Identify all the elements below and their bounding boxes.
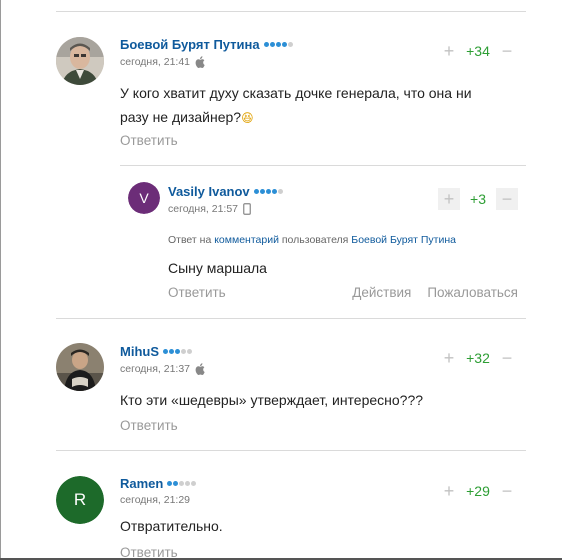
rating-dot bbox=[281, 42, 287, 47]
frame-left-border bbox=[0, 0, 1, 560]
downvote-button[interactable]: − bbox=[496, 480, 518, 502]
comment-time: сегодня, 21:37 bbox=[120, 363, 191, 375]
author-name[interactable]: Ramen bbox=[120, 476, 163, 491]
comment-text: Отвратительно. bbox=[120, 518, 223, 534]
score: +32 bbox=[466, 350, 490, 366]
rating-dot bbox=[181, 349, 186, 354]
downvote-button[interactable]: − bbox=[496, 40, 518, 62]
comment-text: Сыну маршала bbox=[168, 260, 267, 276]
reply-to-prefix: Ответ на bbox=[168, 234, 212, 246]
rating-dot bbox=[277, 189, 283, 194]
rating-dot bbox=[263, 42, 269, 47]
rating-dot bbox=[179, 481, 185, 486]
avatar-letter: R bbox=[73, 490, 87, 509]
comment-text-line: У кого хватит духу сказать дочке генерал… bbox=[120, 85, 472, 101]
score: +29 bbox=[466, 483, 490, 499]
upvote-button[interactable]: + bbox=[438, 188, 460, 210]
rating-dot bbox=[287, 42, 293, 47]
rating-dots bbox=[263, 42, 293, 47]
rating-dot bbox=[191, 481, 197, 486]
rating-dot bbox=[185, 481, 191, 486]
avatar[interactable] bbox=[56, 37, 104, 85]
report-button[interactable]: Пожаловаться bbox=[427, 285, 518, 300]
comment-time: сегодня, 21:57 bbox=[168, 203, 239, 215]
rating-dot bbox=[187, 349, 192, 354]
rating-dot bbox=[163, 349, 168, 354]
comment-text: У кого хватит духу сказать дочке генерал… bbox=[120, 81, 520, 130]
rating-dots bbox=[163, 349, 192, 354]
author-name[interactable]: Боевой Бурят Путина bbox=[120, 37, 260, 52]
reply-to-user-link[interactable]: Боевой Бурят Путина bbox=[351, 234, 456, 246]
author-name[interactable]: Vasily Ivanov bbox=[168, 184, 250, 199]
laughing-emoji: 😆 bbox=[241, 111, 254, 125]
rating-dot bbox=[253, 189, 259, 194]
comment-text-line: разу не дизайнер?😆 bbox=[120, 105, 520, 130]
upvote-button[interactable]: + bbox=[438, 347, 460, 369]
reply-to-middle: пользователя bbox=[281, 234, 349, 246]
rating-dot bbox=[259, 189, 265, 194]
rating-dots bbox=[253, 189, 283, 194]
author-name[interactable]: MihuS bbox=[120, 344, 159, 359]
separator bbox=[56, 450, 526, 451]
score: +34 bbox=[466, 43, 490, 59]
comment-text-line-part: разу не дизайнер? bbox=[120, 109, 242, 125]
separator bbox=[56, 318, 526, 319]
comment-time: сегодня, 21:29 bbox=[120, 494, 191, 506]
rating-dot bbox=[275, 42, 281, 47]
avatar[interactable]: V bbox=[128, 182, 160, 214]
apple-icon bbox=[195, 363, 205, 375]
upvote-button[interactable]: + bbox=[438, 480, 460, 502]
downvote-button[interactable]: − bbox=[496, 188, 518, 210]
reply-button[interactable]: Ответить bbox=[120, 418, 178, 433]
reply-button[interactable]: Ответить bbox=[168, 285, 226, 300]
comment-text: Кто эти «шедевры» утверждает, интересно?… bbox=[120, 392, 424, 408]
reply-to-info: Ответ на комментарий пользователя Боевой… bbox=[168, 234, 456, 246]
avatar[interactable]: R bbox=[56, 476, 104, 524]
phone-icon bbox=[243, 203, 251, 215]
rating-dot bbox=[271, 189, 277, 194]
apple-icon bbox=[195, 56, 205, 68]
rating-dot bbox=[269, 42, 275, 47]
comment-time: сегодня, 21:41 bbox=[120, 56, 191, 68]
separator bbox=[56, 11, 526, 12]
actions-button[interactable]: Действия bbox=[352, 285, 411, 300]
reply-to-comment-link[interactable]: комментарий bbox=[214, 234, 279, 246]
downvote-button[interactable]: − bbox=[496, 347, 518, 369]
separator bbox=[120, 165, 526, 166]
rating-dot bbox=[167, 481, 173, 486]
rating-dot bbox=[173, 481, 179, 486]
score: +3 bbox=[470, 191, 486, 207]
user-photo-icon bbox=[56, 37, 104, 85]
avatar-letter: V bbox=[139, 190, 149, 206]
upvote-button[interactable]: + bbox=[438, 40, 460, 62]
avatar[interactable] bbox=[56, 343, 104, 391]
rating-dot bbox=[265, 189, 271, 194]
reply-button[interactable]: Ответить bbox=[120, 133, 178, 148]
rating-dots bbox=[167, 481, 197, 486]
rating-dot bbox=[175, 349, 180, 354]
rating-dot bbox=[169, 349, 174, 354]
user-photo-icon bbox=[56, 343, 104, 391]
